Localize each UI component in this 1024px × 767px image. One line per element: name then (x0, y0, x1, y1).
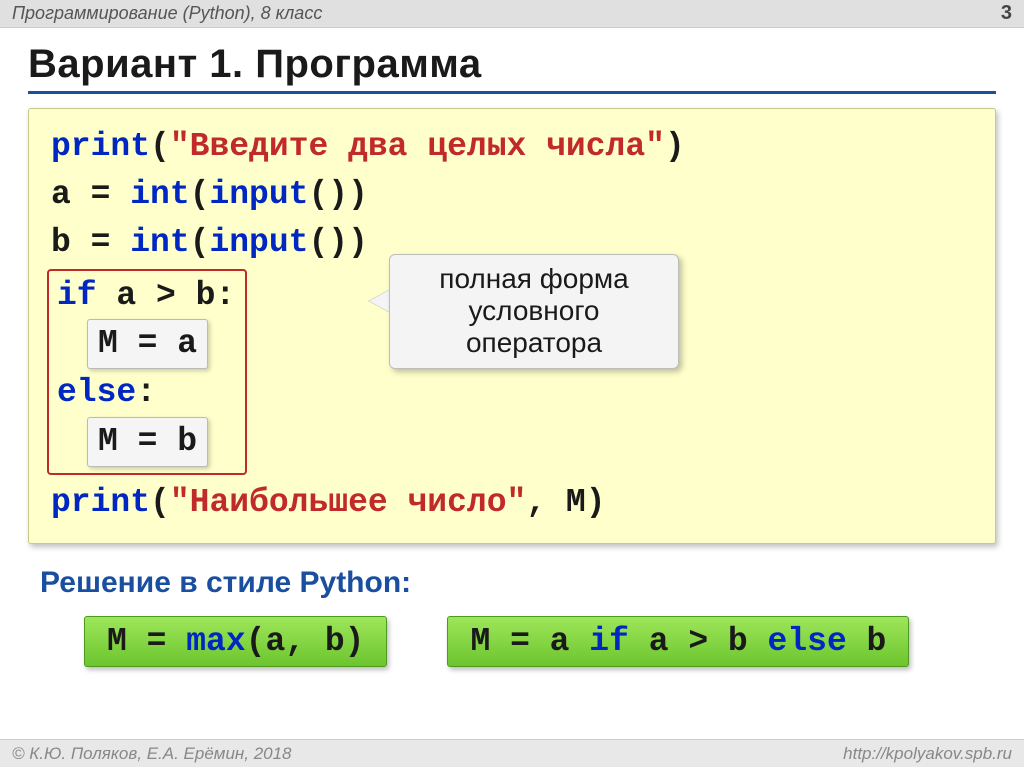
kw-int: int (130, 224, 189, 261)
else-line: else: (57, 369, 235, 417)
solution-max: M = max(a, b) (84, 616, 387, 667)
string-literal: "Введите два целых числа" (170, 128, 665, 165)
page-number: 3 (1001, 2, 1012, 25)
title-underline (28, 91, 996, 94)
slide-title: Вариант 1. Программа (28, 42, 996, 87)
kw-input: input (209, 176, 308, 213)
solution-ternary: M = a if a > b else b (447, 616, 909, 667)
header-subject: Программирование (Python), 8 класс (12, 3, 322, 24)
subtitle: Решение в стиле Python: (40, 566, 996, 600)
slide-footer: © К.Ю. Поляков, Е.А. Ерёмин, 2018 http:/… (0, 739, 1024, 767)
slide-header: Программирование (Python), 8 класс 3 (0, 0, 1024, 28)
code-panel: print("Введите два целых числа") a = int… (28, 108, 996, 544)
copyright: © К.Ю. Поляков, Е.А. Ерёмин, 2018 (12, 744, 292, 764)
kw-print: print (51, 128, 150, 165)
conditional-block: if a > b: M = a else: M = b (47, 269, 247, 475)
kw-else: else (768, 623, 847, 660)
pythonic-solutions: M = max(a, b) M = a if a > b else b (28, 616, 996, 667)
kw-input: input (209, 224, 308, 261)
if-line: if a > b: (57, 272, 235, 320)
kw-else: else (57, 374, 136, 411)
kw-int: int (130, 176, 189, 213)
footer-url: http://kpolyakov.spb.ru (843, 744, 1012, 764)
callout-line1: полная форма (396, 263, 672, 295)
kw-max: max (186, 623, 245, 660)
kw-if: if (589, 623, 629, 660)
callout-line2: условного (396, 295, 672, 327)
string-literal: "Наибольшее число" (170, 484, 526, 521)
assign-m-b: M = b (87, 417, 208, 467)
code-line-8: print("Наибольшее число", M) (51, 479, 973, 527)
kw-if: if (57, 277, 97, 314)
assign-m-a: M = a (87, 319, 208, 369)
code-line-2: a = int(input()) (51, 171, 973, 219)
callout-line3: оператора (396, 327, 672, 359)
callout-box: полная форма условного оператора (389, 254, 679, 369)
code-line-1: print("Введите два целых числа") (51, 123, 973, 171)
kw-print: print (51, 484, 150, 521)
